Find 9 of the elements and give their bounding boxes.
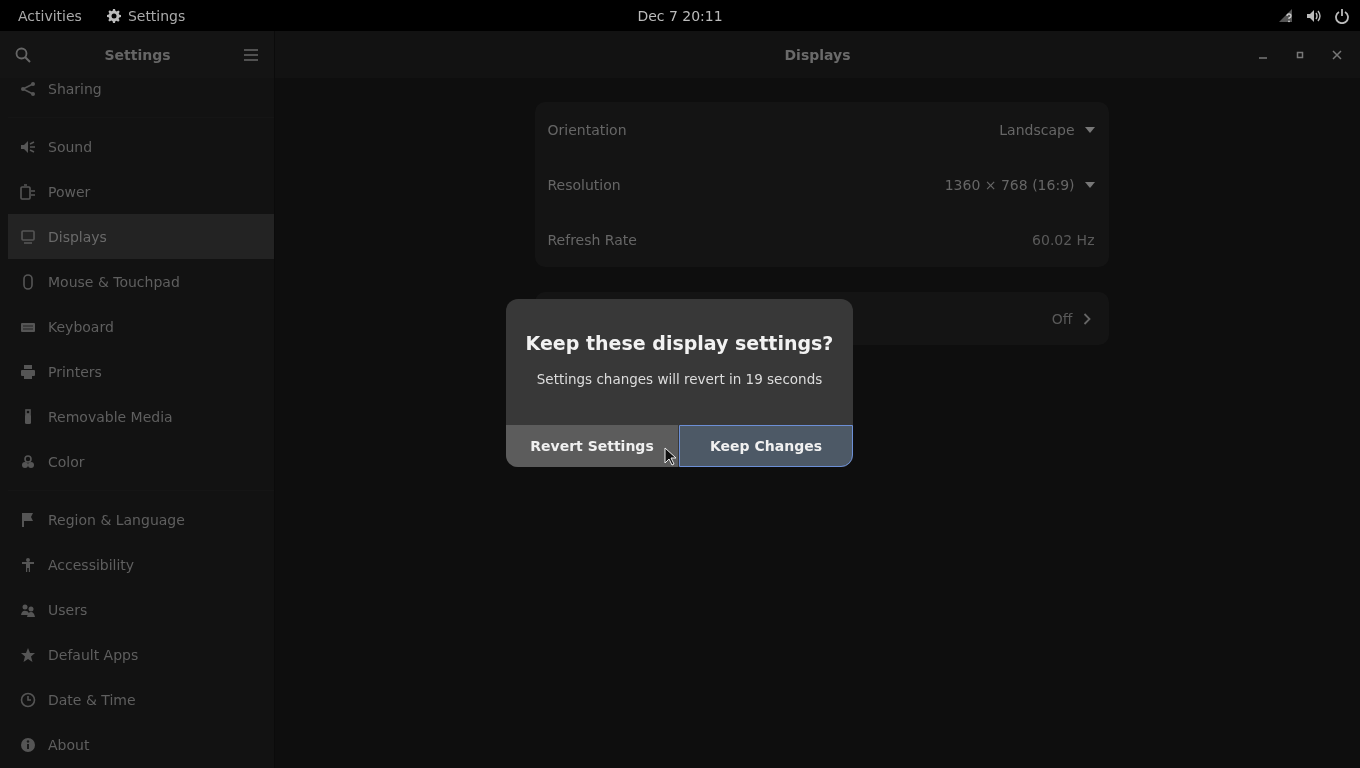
- dialog-title: Keep these display settings?: [525, 332, 834, 354]
- page-title: Displays: [784, 46, 851, 63]
- row-value: 60.02 Hz: [1032, 231, 1095, 248]
- row-value: Off: [1051, 310, 1073, 327]
- row-label: Resolution: [547, 176, 621, 193]
- sidebar-title: Settings: [104, 46, 171, 63]
- row-label: Orientation: [547, 121, 627, 138]
- dialog-message: Settings changes will revert in 19 seconds: [536, 371, 823, 387]
- row-label: Refresh Rate: [547, 231, 637, 248]
